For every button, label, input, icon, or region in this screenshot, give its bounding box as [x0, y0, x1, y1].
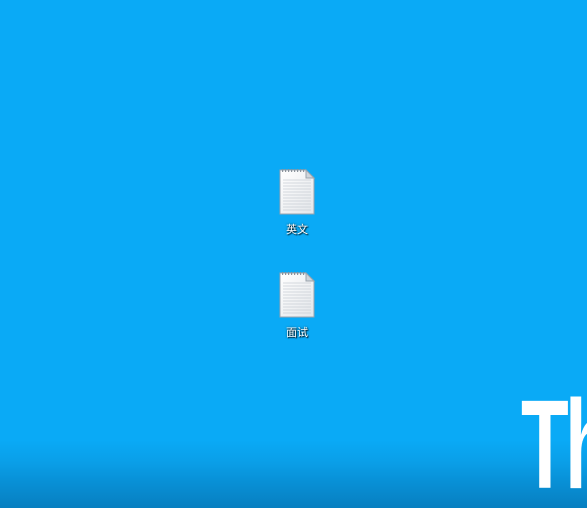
desktop-background[interactable]: Th	[0, 0, 587, 508]
wallpaper-text: Th	[521, 374, 587, 508]
desktop-icon-file[interactable]: 面试	[267, 271, 327, 340]
desktop-icon-file[interactable]: 英文	[267, 168, 327, 237]
desktop-icon-label: 英文	[286, 223, 308, 236]
text-file-icon	[279, 168, 316, 215]
text-file-icon	[279, 271, 316, 318]
desktop-icon-label: 面试	[286, 326, 308, 339]
